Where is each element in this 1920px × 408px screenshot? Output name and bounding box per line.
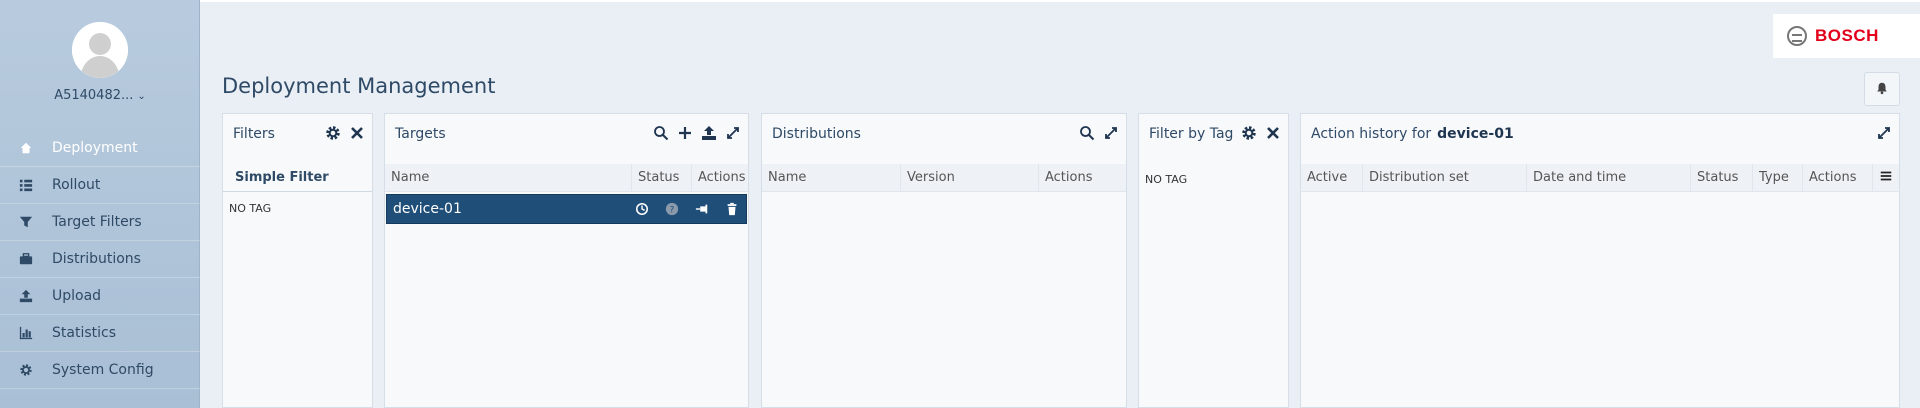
nav-item-rollout[interactable]: Rollout	[0, 167, 200, 204]
distributions-table-header: Name Version Actions	[762, 164, 1126, 192]
user-silhouette-icon	[72, 22, 128, 78]
panel-title: Action history for	[1311, 126, 1432, 142]
gear-icon	[18, 362, 34, 378]
nav-item-system-config[interactable]: System Config	[0, 352, 200, 389]
gear-icon[interactable]	[324, 124, 342, 142]
logo-text: BOSCH	[1815, 26, 1879, 45]
action-history-table-header: Active Distribution set Date and time St…	[1301, 164, 1899, 192]
nav-item-upload[interactable]: Upload	[0, 278, 200, 315]
gear-icon[interactable]	[1240, 124, 1258, 142]
no-tag-filter[interactable]: NO TAG	[1139, 164, 1288, 186]
column-header[interactable]: Name	[762, 164, 901, 191]
close-icon[interactable]	[348, 124, 366, 142]
simple-filter-tab[interactable]: Simple Filter	[223, 164, 372, 192]
user-menu[interactable]: A5140482... ⌄	[0, 88, 200, 103]
svg-text:?: ?	[670, 206, 675, 216]
main-area: BOSCH Deployment Management Filters Simp…	[200, 0, 1920, 408]
column-header[interactable]: Actions	[1803, 164, 1873, 191]
selected-target-name: device-01	[1437, 126, 1514, 142]
pin-icon[interactable]	[694, 201, 710, 217]
targets-table-header: Name Status Actions	[385, 164, 748, 192]
upload-icon[interactable]	[700, 124, 718, 142]
nav-item-label: System Config	[52, 362, 154, 378]
table-row[interactable]: device-01 ?	[386, 194, 747, 224]
nav-item-label: Distributions	[52, 251, 141, 267]
bar-chart-icon	[18, 325, 34, 341]
house-icon	[18, 140, 34, 156]
page-title: Deployment Management	[222, 74, 496, 98]
distributions-panel: Distributions Name Version Actions	[761, 113, 1127, 408]
clock-icon	[634, 201, 650, 217]
upload-icon	[18, 288, 34, 304]
panel-title: Filters	[233, 126, 275, 142]
add-icon[interactable]	[676, 124, 694, 142]
nav-item-label: Statistics	[52, 325, 116, 341]
nav-item-deployment[interactable]: Deployment	[0, 130, 200, 167]
targets-panel: Targets Name Status Actions device-01 ?	[384, 113, 749, 408]
expand-icon[interactable]	[1875, 124, 1893, 142]
column-menu-button[interactable]	[1873, 164, 1899, 191]
top-divider	[200, 0, 1920, 2]
nav-item-distributions[interactable]: Distributions	[0, 241, 200, 278]
funnel-icon	[18, 214, 34, 230]
close-icon[interactable]	[1264, 124, 1282, 142]
column-header[interactable]: Status	[632, 164, 692, 191]
column-header[interactable]: Actions	[1039, 164, 1126, 191]
column-header[interactable]: Name	[385, 164, 632, 191]
panel-title: Targets	[395, 126, 446, 142]
bosch-armature-icon	[1787, 26, 1807, 46]
sidebar: A5140482... ⌄ Deployment Rollout Target F…	[0, 0, 200, 408]
panel-title: Distributions	[772, 126, 861, 142]
column-header[interactable]: Type	[1753, 164, 1803, 191]
list-icon	[18, 177, 34, 193]
menu-icon	[1879, 169, 1893, 187]
avatar[interactable]	[72, 22, 128, 78]
main-nav: Deployment Rollout Target Filters Distri…	[0, 130, 200, 389]
filter-by-tag-panel: Filter by Tag NO TAG	[1138, 113, 1289, 408]
bell-icon	[1875, 80, 1889, 99]
nav-item-label: Upload	[52, 288, 102, 304]
brand-logo: BOSCH	[1773, 14, 1920, 58]
column-header[interactable]: Date and time	[1527, 164, 1691, 191]
nav-item-label: Target Filters	[52, 214, 142, 230]
nav-item-statistics[interactable]: Statistics	[0, 315, 200, 352]
nav-item-target-filters[interactable]: Target Filters	[0, 204, 200, 241]
no-tag-filter[interactable]: NO TAG	[223, 192, 372, 215]
action-history-panel: Action history for device-01 Active Dist…	[1300, 113, 1900, 408]
notifications-button[interactable]	[1864, 72, 1900, 106]
panel-title: Filter by Tag	[1149, 126, 1234, 142]
target-name: device-01	[393, 201, 462, 217]
expand-icon[interactable]	[724, 124, 742, 142]
trash-icon[interactable]	[724, 201, 740, 217]
chevron-down-icon: ⌄	[137, 91, 146, 102]
question-circle-icon: ?	[664, 201, 680, 217]
briefcase-icon	[18, 251, 34, 267]
nav-item-label: Deployment	[52, 140, 138, 156]
column-header[interactable]: Active	[1301, 164, 1363, 191]
search-icon[interactable]	[652, 124, 670, 142]
column-header[interactable]: Distribution set	[1363, 164, 1527, 191]
column-header[interactable]: Version	[901, 164, 1039, 191]
expand-icon[interactable]	[1102, 124, 1120, 142]
username-label: A5140482...	[54, 88, 134, 103]
nav-item-label: Rollout	[52, 177, 101, 193]
filters-panel: Filters Simple Filter NO TAG	[222, 113, 373, 408]
column-header[interactable]: Actions	[692, 164, 748, 191]
search-icon[interactable]	[1078, 124, 1096, 142]
column-header[interactable]: Status	[1691, 164, 1753, 191]
